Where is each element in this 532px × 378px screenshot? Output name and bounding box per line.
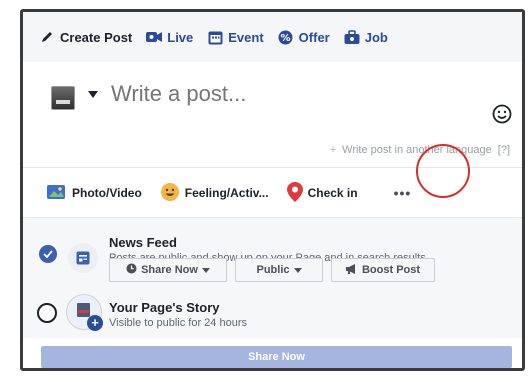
svg-text:%: % xyxy=(281,33,291,44)
tab-create-post-label: Create Post xyxy=(60,29,133,45)
photo-icon xyxy=(47,184,67,203)
chevron-down-icon[interactable] xyxy=(88,91,98,98)
tab-job-label: Job xyxy=(364,29,388,45)
feeling-emoji-icon xyxy=(160,182,180,205)
pencil-icon xyxy=(39,29,55,45)
boost-post-label: Boost Post xyxy=(361,264,421,276)
tab-create-post[interactable]: Create Post xyxy=(39,29,132,45)
chevron-down-icon xyxy=(293,267,302,273)
composer-tabs: Create Post Live Event % Offer Job xyxy=(23,12,522,63)
page-story-avatar: + xyxy=(66,294,103,331)
post-composer-dialog: Create Post Live Event % Offer Job Write… xyxy=(20,9,525,371)
page-avatar[interactable] xyxy=(51,86,75,110)
add-story-icon: + xyxy=(87,315,103,331)
tab-event[interactable]: Event xyxy=(207,29,264,45)
another-language-label: Write post in another language xyxy=(342,144,492,156)
share-now-dropdown[interactable]: Share Now xyxy=(109,258,227,282)
tab-live[interactable]: Live xyxy=(146,29,193,45)
highlight-circle xyxy=(416,144,470,198)
tab-event-label: Event xyxy=(228,29,264,45)
tab-offer-label: Offer xyxy=(298,29,330,45)
check-in-label: Check in xyxy=(307,186,358,200)
emoji-icon[interactable] xyxy=(492,104,512,129)
photo-video-button[interactable]: Photo/Video xyxy=(47,184,142,203)
news-feed-icon xyxy=(68,243,98,273)
more-dots-icon: ••• xyxy=(393,185,412,201)
feeling-activity-button[interactable]: Feeling/Activ... xyxy=(160,182,269,205)
audience-label: Public xyxy=(256,264,290,276)
write-post-input[interactable] xyxy=(109,80,413,108)
offer-tag-icon: % xyxy=(278,29,294,45)
news-feed-title: News Feed xyxy=(109,235,177,250)
briefcase-icon xyxy=(344,29,360,45)
share-now-button[interactable]: Share Now xyxy=(41,346,512,368)
location-pin-icon xyxy=(286,181,303,205)
plus-icon: + xyxy=(329,144,337,156)
page-story-subtitle: Visible to public for 24 hours xyxy=(109,317,247,329)
check-in-button[interactable]: Check in xyxy=(286,181,358,205)
tab-job[interactable]: Job xyxy=(344,29,388,45)
photo-video-label: Photo/Video xyxy=(72,186,142,200)
clock-icon xyxy=(126,263,137,277)
feeling-label: Feeling/Activ... xyxy=(184,186,269,200)
megaphone-icon xyxy=(345,263,358,277)
boost-post-button[interactable]: Boost Post xyxy=(331,258,435,282)
more-options-button[interactable]: ••• xyxy=(394,185,412,201)
chevron-down-icon xyxy=(201,267,210,273)
share-now-dropdown-label: Share Now xyxy=(141,264,198,276)
audience-dropdown[interactable]: Public xyxy=(235,258,323,282)
tab-live-label: Live xyxy=(167,29,194,45)
live-video-icon xyxy=(146,29,163,45)
calendar-icon xyxy=(207,29,223,45)
help-link[interactable]: [?] xyxy=(498,144,510,156)
news-feed-radio[interactable] xyxy=(39,245,57,263)
write-another-language[interactable]: + Write post in another language [?] xyxy=(330,144,510,156)
tab-offer[interactable]: % Offer xyxy=(278,29,330,45)
page-story-title: Your Page's Story xyxy=(109,300,220,315)
page-story-radio[interactable] xyxy=(37,303,57,323)
